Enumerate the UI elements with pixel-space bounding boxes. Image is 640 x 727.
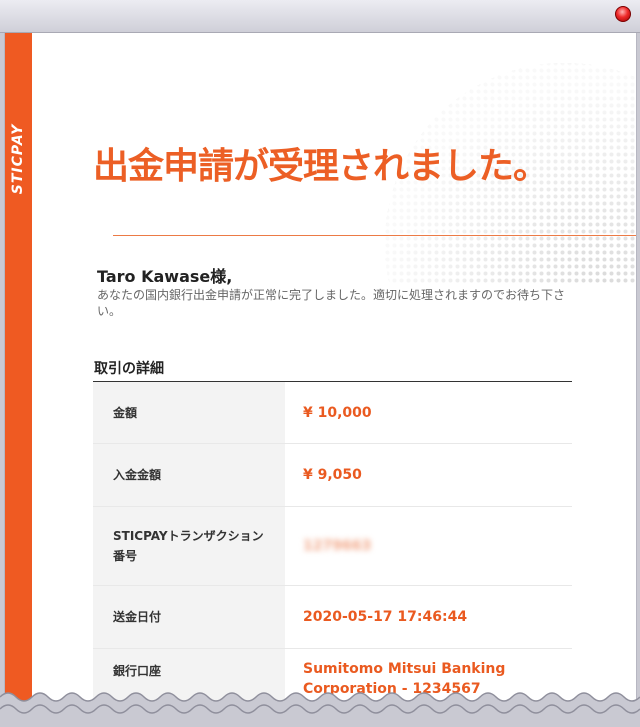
table-row: STICPAYトランザクション番号 1279663 <box>93 507 572 586</box>
details-table: 金額 ¥ 10,000 入金金額 ¥ 9,050 STICPAYトランザクション… <box>93 382 572 727</box>
brand-sidebar: STICPAY <box>5 33 32 727</box>
row-value-deposit-amount: ¥ 9,050 <box>303 467 362 483</box>
details-title: 取引の詳細 <box>94 361 164 377</box>
row-label-transfer-date: 送金日付 <box>93 586 285 648</box>
email-window: STICPAY 出金申請が受理されました。 Taro Kawase様, あなたの… <box>4 33 637 727</box>
table-row: 送金日付 2020-05-17 17:46:44 <box>93 586 572 649</box>
row-label-deposit-amount: 入金金額 <box>93 444 285 506</box>
page-title: 出金申請が受理されました。 <box>93 146 549 187</box>
greeting: Taro Kawase様, <box>97 267 233 286</box>
table-row: 入金金額 ¥ 9,050 <box>93 444 572 507</box>
torn-edge <box>0 692 640 727</box>
row-value-transaction-id: 1279663 <box>303 538 372 554</box>
row-label-transaction-id: STICPAYトランザクション番号 <box>93 507 285 585</box>
title-divider <box>113 235 636 236</box>
row-label-amount: 金額 <box>93 382 285 443</box>
brand-logo: STICPAY <box>10 123 26 195</box>
transaction-id-cell: 1279663 <box>285 507 572 585</box>
row-value-transfer-date: 2020-05-17 17:46:44 <box>303 609 468 625</box>
window-titlebar <box>0 0 640 33</box>
row-value-amount: ¥ 10,000 <box>303 404 372 421</box>
confirmation-message: あなたの国内銀行出金申請が正常に完了しました。適切に処理されますのでお待ち下さい… <box>97 288 566 318</box>
close-icon[interactable] <box>615 6 631 22</box>
table-row: 金額 ¥ 10,000 <box>93 382 572 444</box>
